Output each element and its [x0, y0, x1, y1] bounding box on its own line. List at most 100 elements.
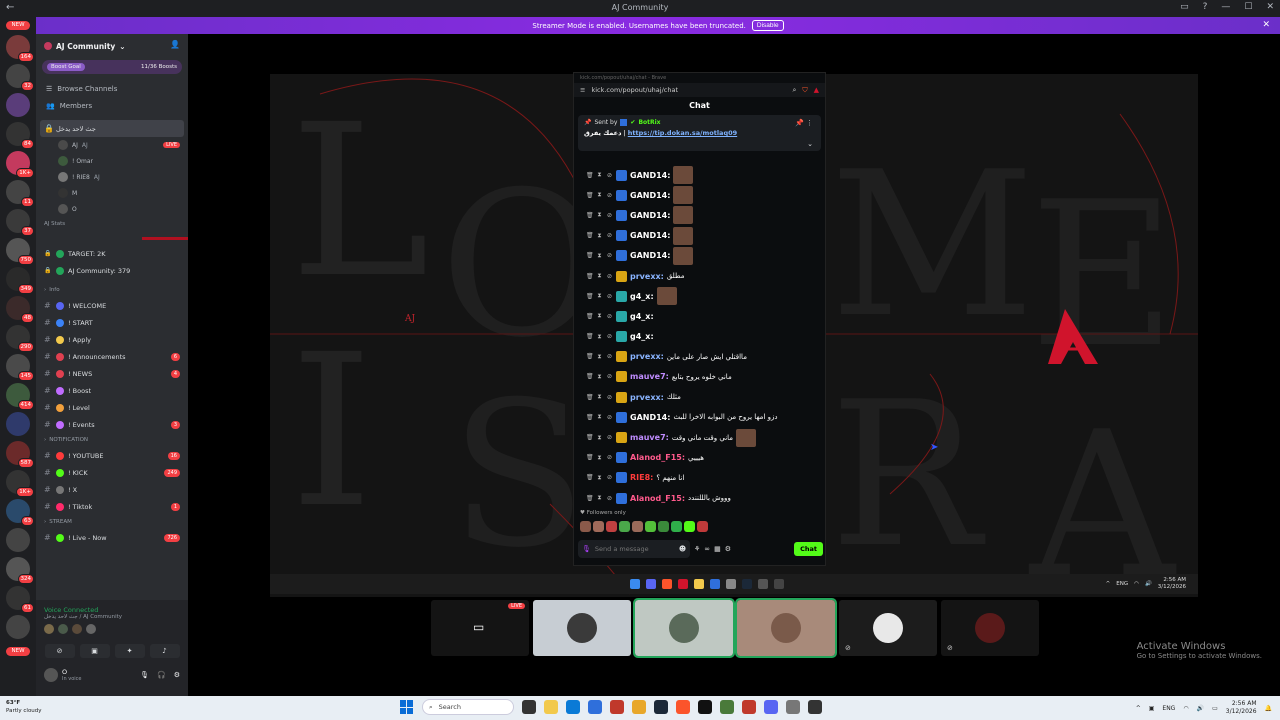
chat-message[interactable]: 🗑 ⧗ ⊘ GAND14: — [574, 246, 827, 266]
delete-icon[interactable]: 🗑 — [586, 333, 594, 340]
channel-item[interactable]: # ! Apply — [36, 331, 188, 348]
channel-item[interactable]: 🔒 AJ Community: 379 — [36, 262, 188, 279]
timeout-icon[interactable]: ⧗ — [596, 393, 603, 401]
settings-gear-icon[interactable]: ⚙ — [174, 671, 180, 679]
chat-message[interactable]: 🗑 ⧗ ⊘ RIE8: انا منهم ؟ — [574, 468, 827, 488]
mic-icon[interactable]: 🎙 — [582, 545, 591, 553]
delete-icon[interactable]: 🗑 — [586, 474, 594, 481]
timeout-icon[interactable]: ⧗ — [596, 312, 603, 320]
channel-item[interactable]: # ! YOUTUBE 16 — [36, 447, 188, 464]
link-icon[interactable]: ∞ — [704, 545, 710, 553]
chat-username[interactable]: g4_x: — [630, 312, 654, 321]
url-text[interactable]: kick.com/popout/uhaj/chat — [591, 86, 678, 94]
chat-username[interactable]: mauve7: — [630, 433, 669, 442]
app-icon[interactable] — [808, 700, 822, 714]
timeout-icon[interactable]: ⧗ — [596, 211, 603, 219]
start-button[interactable] — [400, 700, 414, 714]
emote[interactable] — [580, 521, 591, 532]
help-icon[interactable]: ? — [1203, 2, 1208, 12]
server-icon[interactable] — [6, 615, 30, 639]
pinned-message[interactable]: 📌 Sent by ✔ BotRix دعمك يفرق | https://t… — [578, 115, 821, 151]
ban-icon[interactable]: ⊘ — [606, 273, 613, 280]
category-notification[interactable]: › NOTIFICATION — [36, 433, 188, 447]
terminal-icon[interactable] — [610, 700, 624, 714]
delete-icon[interactable]: 🗑 — [586, 252, 594, 259]
ban-icon[interactable]: ⊘ — [606, 252, 613, 259]
chat-message[interactable]: 🗑 ⧗ ⊘ g4_x: — [574, 286, 827, 306]
channel-item[interactable]: # ! Tiktok 1 — [36, 498, 188, 515]
server-icon[interactable]: 587 — [6, 441, 34, 468]
ban-icon[interactable]: ⊘ — [606, 373, 613, 380]
boost-goal-bar[interactable]: Boost Goal 11/36 Boosts — [42, 60, 182, 74]
emote[interactable] — [658, 521, 669, 532]
server-icon[interactable]: 349 — [6, 267, 34, 294]
server-icon[interactable]: 1K+ — [6, 470, 34, 497]
emote[interactable] — [593, 521, 604, 532]
address-bar[interactable]: ≡ kick.com/popout/uhaj/chat ⌕ ⛉ ▲ — [574, 83, 825, 97]
timeout-icon[interactable]: ⧗ — [596, 494, 603, 502]
brave-shield-icon[interactable]: ⛉ — [802, 86, 807, 95]
chat-message[interactable]: 🗑 ⧗ ⊘ mauve7: ماني خلوه يروح بتابع — [574, 367, 827, 387]
activities-button[interactable]: ✦ — [114, 644, 145, 658]
server-icon[interactable]: 63 — [6, 499, 34, 526]
participant-tile[interactable] — [633, 598, 735, 658]
channel-item[interactable]: # ! Boost — [36, 382, 188, 399]
delete-icon[interactable]: 🗑 — [586, 232, 594, 239]
voice-connected-label[interactable]: Voice Connected — [36, 600, 188, 614]
server-icon[interactable]: 48 — [6, 296, 34, 323]
delete-icon[interactable]: 🗑 — [586, 495, 594, 502]
server-icon[interactable]: 750 — [6, 238, 34, 265]
channel-item[interactable]: # ! X — [36, 481, 188, 498]
timeout-icon[interactable]: ⧗ — [596, 232, 603, 240]
settings-icon[interactable] — [786, 700, 800, 714]
taskbar-search[interactable]: ⌕ Search — [422, 699, 514, 715]
timeout-icon[interactable]: ⧗ — [596, 413, 603, 421]
timeout-icon[interactable]: ⧗ — [596, 353, 603, 361]
delete-icon[interactable]: 🗑 — [586, 293, 594, 300]
emote[interactable] — [619, 521, 630, 532]
channel-item[interactable]: # ! Announcements 6 — [36, 348, 188, 365]
file-explorer-icon[interactable] — [544, 700, 558, 714]
volume-icon[interactable]: 🔊 — [1197, 705, 1204, 712]
participant-avatar[interactable] — [58, 624, 68, 634]
add-user-icon[interactable]: 👤 — [170, 40, 180, 49]
timeout-icon[interactable]: ⧗ — [596, 333, 603, 341]
ban-icon[interactable]: ⊘ — [606, 313, 613, 320]
chat-message[interactable]: 🗑 ⧗ ⊘ prvexx: مااقتلي ايش صار على ماين — [574, 347, 827, 367]
avatar[interactable] — [44, 668, 58, 682]
chevron-down-icon[interactable]: ⌄ — [807, 140, 813, 148]
chat-username[interactable]: RIE8: — [630, 473, 653, 482]
ban-icon[interactable]: ⊘ — [606, 394, 613, 401]
server-icon[interactable] — [6, 528, 30, 552]
ban-icon[interactable]: ⊘ — [606, 495, 613, 502]
soundboard-button[interactable]: ♪ — [149, 644, 180, 658]
menu-icon[interactable]: ≡ — [580, 86, 585, 94]
camera-off-button[interactable]: ⊘ — [44, 644, 75, 658]
brave-icon[interactable] — [676, 700, 690, 714]
server-icon[interactable] — [6, 93, 30, 117]
participant-tile[interactable]: ⊘ — [941, 600, 1039, 656]
delete-icon[interactable]: 🗑 — [586, 192, 594, 199]
weather-widget[interactable]: 63°F Partly cloudy — [6, 699, 42, 715]
chat-input[interactable] — [594, 545, 675, 553]
server-icon[interactable]: 32 — [6, 64, 34, 91]
chat-message[interactable]: 🗑 ⧗ ⊘ prvexx: مثلك — [574, 387, 827, 407]
emote[interactable] — [606, 521, 617, 532]
emoji-icon[interactable]: ☻ — [679, 545, 686, 553]
more-options-icon[interactable]: 📌 ⋮ — [795, 119, 813, 127]
maximize-icon[interactable]: ☐ — [1244, 2, 1252, 12]
delete-icon[interactable]: 🗑 — [586, 273, 594, 280]
store-icon[interactable] — [588, 700, 602, 714]
participant-avatar[interactable] — [44, 624, 54, 634]
ban-icon[interactable]: ⊘ — [606, 454, 613, 461]
chat-username[interactable]: g4_x: — [630, 292, 654, 301]
chat-message[interactable]: 🗑 ⧗ ⊘ prvexx: مطلق — [574, 266, 827, 286]
close-window-icon[interactable]: ✕ — [1266, 2, 1274, 12]
server-icon[interactable]: 145 — [6, 354, 34, 381]
participant-tile[interactable]: ⊘ — [839, 600, 937, 656]
chat-username[interactable]: GAND14: — [630, 231, 670, 240]
ban-icon[interactable]: ⊘ — [606, 293, 613, 300]
timeout-icon[interactable]: ⧗ — [596, 272, 603, 280]
disable-streamer-mode-button[interactable]: Disable — [751, 20, 784, 31]
chat-username[interactable]: prvexx: — [630, 272, 664, 281]
